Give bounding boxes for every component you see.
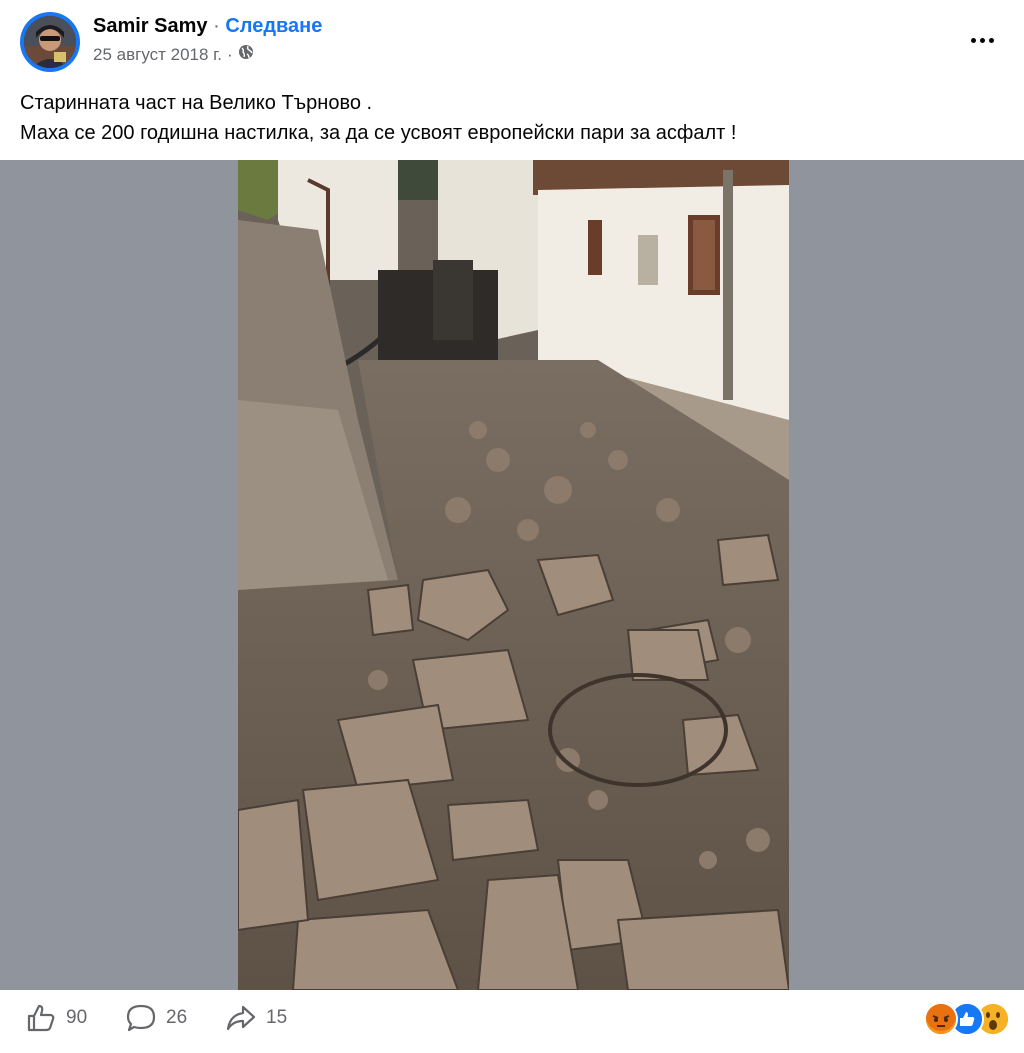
share-arrow-icon xyxy=(226,1003,256,1033)
meta-separator: · xyxy=(227,45,233,64)
like-button[interactable]: 90 xyxy=(26,1003,87,1033)
avatar-image xyxy=(24,16,76,68)
post-meta: 25 август 2018 г. · xyxy=(93,44,254,66)
reaction-summary[interactable] xyxy=(924,1002,1010,1036)
follow-button[interactable]: Следване xyxy=(225,15,322,37)
post-card: Samir Samy · Следване 25 август 2018 г. … xyxy=(0,0,1024,1053)
comment-bubble-icon xyxy=(126,1003,156,1033)
avatar[interactable] xyxy=(24,16,76,68)
globe-icon[interactable] xyxy=(238,44,254,66)
post-photo[interactable] xyxy=(238,160,789,990)
post-date[interactable]: 25 август 2018 г. xyxy=(93,44,222,66)
comment-count: 26 xyxy=(166,1007,188,1028)
more-horizontal-icon xyxy=(979,37,985,43)
post-text-line-2: Маха се 200 годишна настилка, за да се у… xyxy=(20,122,737,144)
more-horizontal-icon xyxy=(970,37,976,43)
media-frame xyxy=(0,160,1024,990)
post-text-line-1: Старинната част на Велико Търново . xyxy=(20,92,373,114)
more-horizontal-icon xyxy=(988,37,994,43)
author-line: Samir Samy · Следване xyxy=(93,13,322,39)
thumbs-up-icon xyxy=(26,1003,56,1033)
share-count: 15 xyxy=(266,1007,288,1028)
share-button[interactable]: 15 xyxy=(226,1003,287,1033)
more-options-button[interactable] xyxy=(962,26,1002,54)
separator-dot: · xyxy=(213,15,220,37)
post-footer: 90 26 15 xyxy=(0,990,1024,1053)
post-text: Старинната част на Велико Търново . Маха… xyxy=(20,88,1000,148)
like-count: 90 xyxy=(66,1007,88,1028)
angry-reaction-icon xyxy=(924,1002,958,1036)
author-name[interactable]: Samir Samy xyxy=(93,15,208,37)
comment-button[interactable]: 26 xyxy=(126,1003,187,1033)
